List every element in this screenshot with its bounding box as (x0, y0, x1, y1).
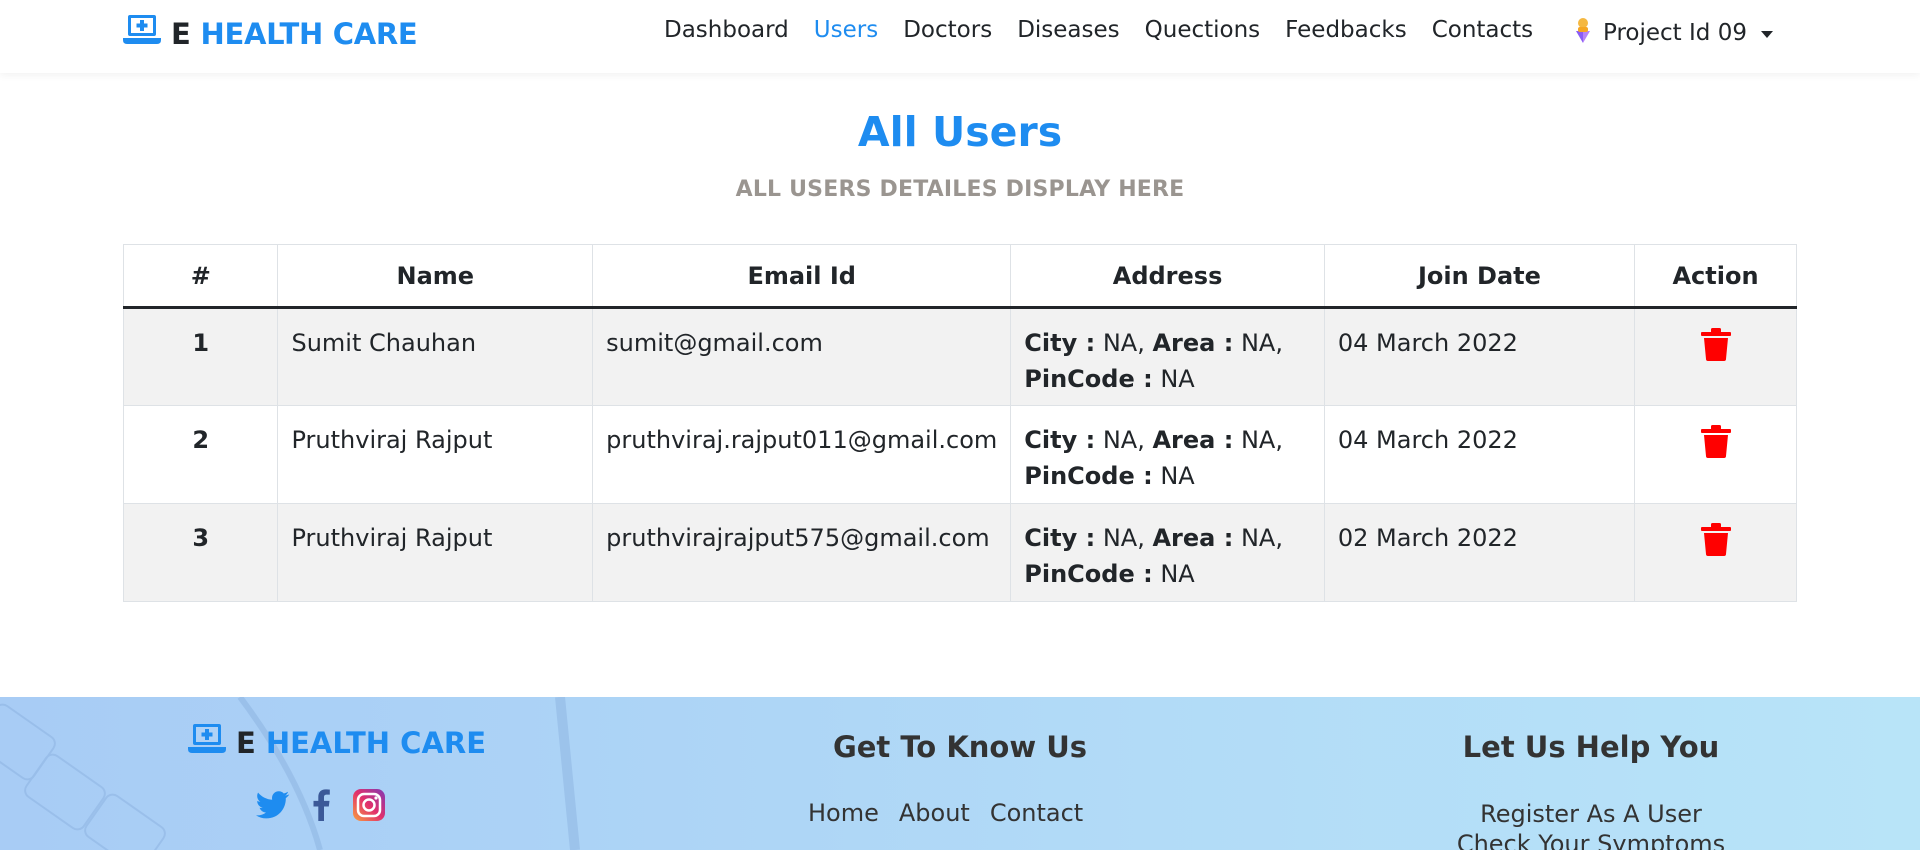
footer-heading-help: Let Us Help You (1462, 730, 1720, 764)
laptop-medical-icon (123, 14, 161, 53)
user-address: City : NA, Area : NA, PinCode : NA (1010, 503, 1325, 602)
column-header-email: Email Id (592, 244, 1012, 309)
user-address: City : NA, Area : NA, PinCode : NA (1010, 307, 1325, 406)
facebook-icon[interactable] (312, 789, 330, 825)
footer-link-register-user[interactable]: Register As A User (1391, 799, 1791, 829)
brand-name: HEALTH CARE (200, 16, 418, 51)
join-date: 04 March 2022 (1323, 307, 1636, 406)
pincode-label: PinCode : (1024, 365, 1153, 393)
user-name: Pruthviraj Rajput (277, 503, 594, 602)
users-table: # Name Email Id Address Join Date Action… (122, 244, 1797, 602)
footer-link-check-symptoms[interactable]: Check Your Symptoms (1391, 829, 1791, 850)
footer-links-know-us: Home About Contact (808, 799, 1083, 827)
area-label: Area : (1152, 329, 1234, 357)
table-header-row: # Name Email Id Address Join Date Action (122, 244, 1797, 309)
footer-link-about[interactable]: About (899, 799, 970, 827)
pincode-value: NA (1160, 462, 1195, 490)
footer-heading-know-us: Get To Know Us (832, 730, 1088, 764)
social-links (255, 788, 386, 826)
column-header-join-date: Join Date (1323, 244, 1636, 309)
footer-brand-logo[interactable]: E HEALTH CARE (188, 723, 486, 762)
city-label: City : (1024, 524, 1096, 552)
row-number: 1 (122, 307, 279, 406)
pincode-label: PinCode : (1024, 462, 1153, 490)
column-header-address: Address (1010, 244, 1325, 309)
pincode-value: NA (1160, 560, 1195, 588)
footer-link-home[interactable]: Home (808, 799, 879, 827)
column-header-number: # (122, 244, 279, 309)
user-name: Sumit Chauhan (277, 307, 594, 406)
join-date: 04 March 2022 (1323, 405, 1636, 504)
action-cell (1634, 503, 1797, 602)
top-navbar: E HEALTH CARE Dashboard Users Doctors Di… (0, 0, 1920, 73)
area-value: NA (1240, 524, 1276, 552)
nav-link-users[interactable]: Users (814, 17, 878, 43)
area-value: NA (1240, 329, 1276, 357)
table-row: 1 Sumit Chauhan sumit@gmail.com City : N… (122, 307, 1797, 406)
footer-brand-letter: E (236, 725, 256, 760)
area-label: Area : (1152, 426, 1234, 454)
trash-icon[interactable] (1700, 424, 1731, 468)
user-label: Project Id 09 (1603, 20, 1747, 46)
table-row: 2 Pruthviraj Rajput pruthviraj.rajput011… (122, 405, 1797, 504)
city-value: NA (1102, 524, 1138, 552)
column-header-action: Action (1634, 244, 1797, 309)
row-number: 3 (122, 503, 279, 602)
page-title: All Users (857, 108, 1063, 156)
keyboard-background-image (0, 697, 580, 850)
footer-link-contact[interactable]: Contact (990, 799, 1083, 827)
user-email: pruthviraj.rajput011@gmail.com (592, 405, 1012, 504)
nav-link-diseases[interactable]: Diseases (1017, 17, 1119, 43)
instagram-icon[interactable] (352, 788, 386, 826)
nav-link-contacts[interactable]: Contacts (1432, 17, 1533, 43)
footer-links-help: Register As A User Check Your Symptoms (1391, 799, 1791, 850)
join-date: 02 March 2022 (1323, 503, 1636, 602)
twitter-icon[interactable] (255, 791, 290, 823)
user-email: sumit@gmail.com (592, 307, 1012, 406)
area-label: Area : (1152, 524, 1234, 552)
user-dropdown[interactable]: Project Id 09 (1573, 17, 1773, 49)
user-email: pruthvirajrajput575@gmail.com (592, 503, 1012, 602)
city-value: NA (1102, 426, 1138, 454)
user-name: Pruthviraj Rajput (277, 405, 594, 504)
nav-link-dashboard[interactable]: Dashboard (664, 17, 789, 43)
laptop-medical-icon (188, 723, 226, 762)
column-header-name: Name (277, 244, 594, 309)
nav-link-feedbacks[interactable]: Feedbacks (1285, 17, 1407, 43)
pincode-label: PinCode : (1024, 560, 1153, 588)
user-address: City : NA, Area : NA, PinCode : NA (1010, 405, 1325, 504)
row-number: 2 (122, 405, 279, 504)
trash-icon[interactable] (1700, 522, 1731, 566)
page-subtitle: ALL USERS DETAILES DISPLAY HERE (735, 177, 1185, 202)
city-label: City : (1024, 426, 1096, 454)
nav-link-quections[interactable]: Quections (1145, 17, 1261, 43)
caret-down-icon (1760, 30, 1773, 38)
footer-brand-name: HEALTH CARE (265, 725, 487, 760)
brand-letter: E (171, 16, 191, 51)
user-avatar-icon (1573, 17, 1593, 49)
site-footer: E HEALTH CARE Get To Know Us Home About … (0, 697, 1920, 850)
city-value: NA (1102, 329, 1138, 357)
pincode-value: NA (1160, 365, 1195, 393)
table-row: 3 Pruthviraj Rajput pruthvirajrajput575@… (122, 503, 1797, 602)
city-label: City : (1024, 329, 1096, 357)
area-value: NA (1240, 426, 1276, 454)
action-cell (1634, 405, 1797, 504)
action-cell (1634, 307, 1797, 406)
trash-icon[interactable] (1700, 327, 1731, 371)
brand-logo[interactable]: E HEALTH CARE (123, 14, 418, 53)
nav-menu: Dashboard Users Doctors Diseases Quectio… (664, 17, 1533, 43)
nav-link-doctors[interactable]: Doctors (903, 17, 992, 43)
